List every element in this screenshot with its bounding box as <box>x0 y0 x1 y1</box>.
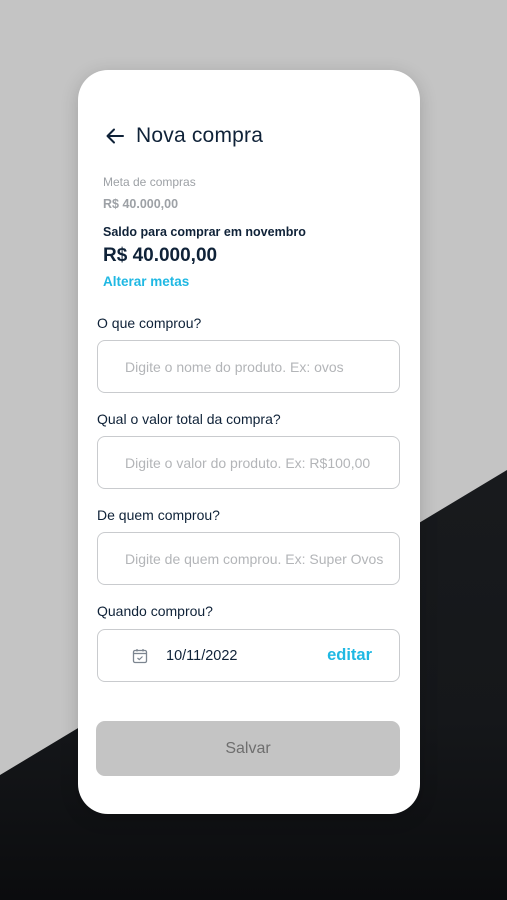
goal-label: Meta de compras <box>103 175 196 189</box>
seller-label: De quem comprou? <box>97 507 220 523</box>
edit-goals-link[interactable]: Alterar metas <box>103 274 189 289</box>
date-field[interactable]: 10/11/2022 editar <box>97 629 400 682</box>
edit-date-button[interactable]: editar <box>327 646 372 665</box>
goal-value: R$ 40.000,00 <box>103 197 179 211</box>
seller-field[interactable] <box>97 532 400 585</box>
total-input[interactable] <box>123 453 399 472</box>
arrow-left-icon[interactable] <box>105 126 125 146</box>
new-purchase-card: Nova compra Meta de compras R$ 40.000,00… <box>78 70 420 814</box>
balance-label: Saldo para comprar em novembro <box>103 225 306 239</box>
seller-input[interactable] <box>123 549 399 568</box>
total-field[interactable] <box>97 436 400 489</box>
date-label: Quando comprou? <box>97 603 213 619</box>
total-label: Qual o valor total da compra? <box>97 411 281 427</box>
product-input[interactable] <box>123 357 399 376</box>
calendar-icon <box>132 648 148 664</box>
balance-value: R$ 40.000,00 <box>103 245 218 266</box>
date-value: 10/11/2022 <box>166 647 238 664</box>
product-label: O que comprou? <box>97 315 202 331</box>
page-title: Nova compra <box>136 124 264 147</box>
save-button[interactable]: Salvar <box>96 721 400 776</box>
product-field[interactable] <box>97 340 400 393</box>
header: Nova compra <box>105 124 263 148</box>
